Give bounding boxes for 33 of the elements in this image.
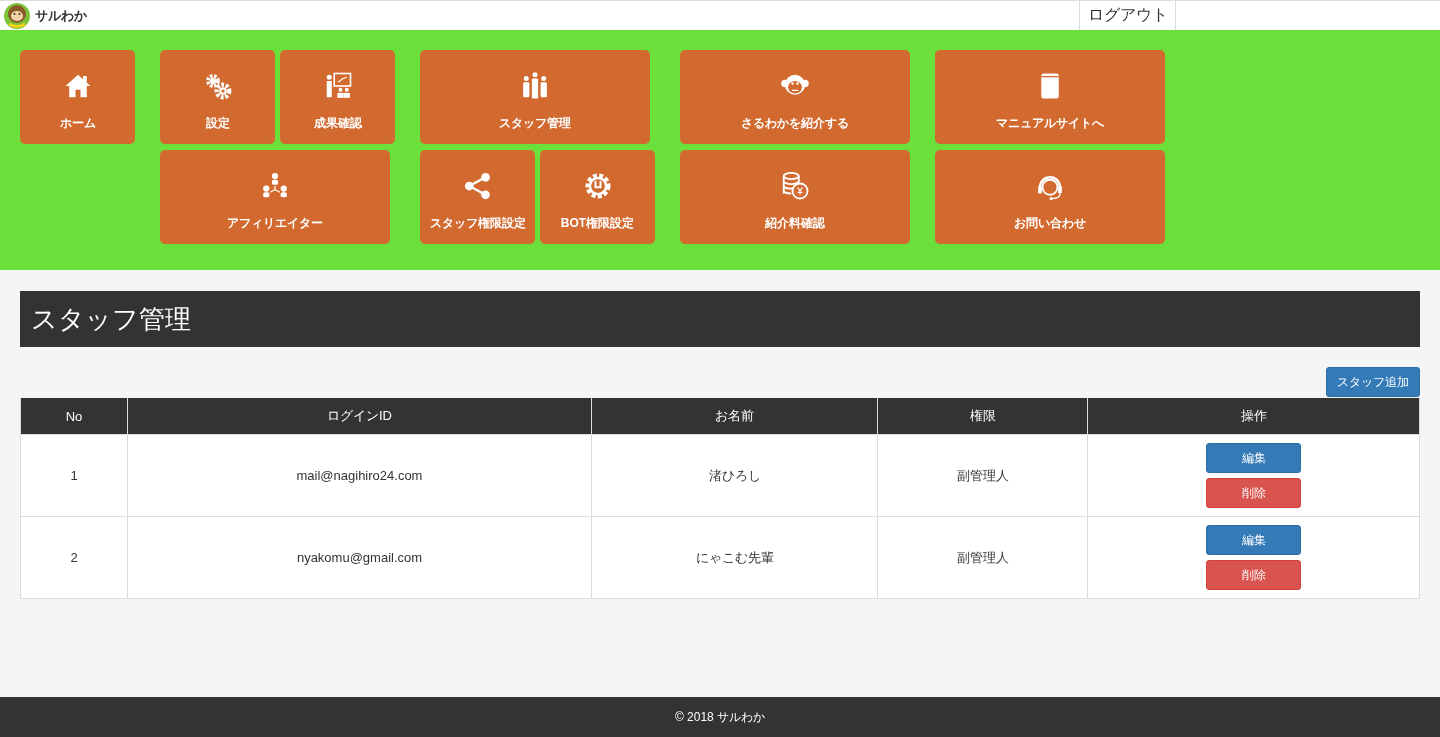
menu-tile[interactable]: 紹介料確認 bbox=[680, 150, 910, 244]
table-cell: nyakomu@gmail.com bbox=[127, 516, 592, 599]
table-cell: 2 bbox=[20, 516, 128, 599]
menu-tile[interactable]: スタッフ管理 bbox=[420, 50, 650, 144]
logout-button[interactable]: ログアウト bbox=[1079, 1, 1176, 30]
menu-tile[interactable]: ホーム bbox=[20, 50, 135, 144]
table-cell: にゃこむ先輩 bbox=[591, 516, 878, 599]
page-title: スタッフ管理 bbox=[20, 291, 1420, 347]
menu-tile[interactable]: 設定 bbox=[160, 50, 275, 144]
edit-button[interactable]: 編集 bbox=[1206, 443, 1301, 473]
menu-tile[interactable]: アフィリエイター bbox=[160, 150, 390, 244]
menu-tile[interactable]: さるわかを紹介する bbox=[680, 50, 910, 144]
delete-button[interactable]: 削除 bbox=[1206, 560, 1301, 590]
table-cell: 渚ひろし bbox=[591, 434, 878, 517]
menu-tile[interactable]: BOT権限設定 bbox=[540, 150, 655, 244]
column-header: お名前 bbox=[591, 398, 878, 435]
column-header: ログインID bbox=[127, 398, 592, 435]
menu-tile[interactable]: 成果確認 bbox=[280, 50, 395, 144]
table-cell: 副管理人 bbox=[877, 434, 1088, 517]
copyright-text: © 2018 サルわか bbox=[674, 708, 766, 726]
edit-button[interactable]: 編集 bbox=[1206, 525, 1301, 555]
table-cell: 1 bbox=[20, 434, 128, 517]
logo-text: サルわか bbox=[35, 6, 87, 25]
menu-tile[interactable]: お問い合わせ bbox=[935, 150, 1165, 244]
table-cell: mail@nagihiro24.com bbox=[127, 434, 592, 517]
delete-button[interactable]: 削除 bbox=[1206, 478, 1301, 508]
add-staff-button[interactable]: スタッフ追加 bbox=[1326, 367, 1420, 397]
menu-tile[interactable]: マニュアルサイトへ bbox=[935, 50, 1165, 144]
menu-tile[interactable]: スタッフ権限設定 bbox=[420, 150, 535, 244]
column-header: 権限 bbox=[877, 398, 1088, 435]
table-cell: 副管理人 bbox=[877, 516, 1088, 599]
column-header: No bbox=[20, 398, 128, 435]
column-header: 操作 bbox=[1087, 398, 1420, 435]
